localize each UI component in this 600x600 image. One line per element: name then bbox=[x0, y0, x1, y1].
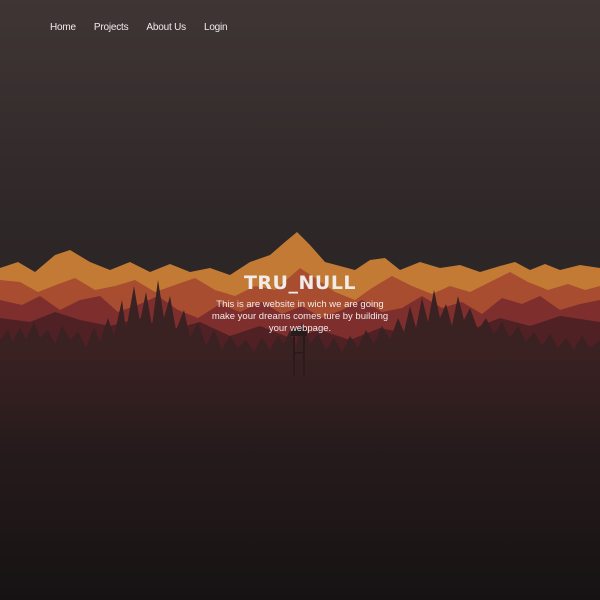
nav-home-link[interactable]: Home bbox=[50, 22, 76, 33]
top-navigation: Home Projects About Us Login bbox=[50, 22, 245, 33]
forest-shadow bbox=[0, 360, 600, 600]
nav-about-us-link[interactable]: About Us bbox=[146, 22, 186, 33]
nav-login-link[interactable]: Login bbox=[204, 22, 228, 33]
page: Home Projects About Us Login TRU_NULL Th… bbox=[0, 0, 600, 600]
hero-subtitle: This is are website in wich we are going… bbox=[211, 299, 389, 334]
hero-title: TRU_NULL bbox=[243, 272, 357, 294]
hero-section: TRU_NULL This is are website in wich we … bbox=[0, 272, 600, 335]
nav-projects-link[interactable]: Projects bbox=[94, 22, 129, 33]
